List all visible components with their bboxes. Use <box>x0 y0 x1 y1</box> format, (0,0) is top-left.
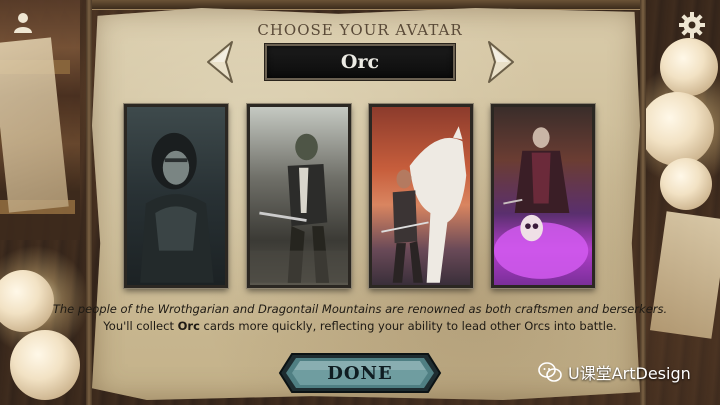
horse-rider-portrait <box>381 126 467 283</box>
necromancer-portrait <box>494 127 589 279</box>
avatar-card-2[interactable] <box>247 104 351 288</box>
frame-right <box>640 0 646 405</box>
done-button-label: DONE <box>327 362 393 384</box>
description-line-1: The people of the Wrothgarian and Dragon… <box>52 302 668 316</box>
avatar-card-3[interactable] <box>369 104 473 288</box>
race-description: The people of the Wrothgarian and Dragon… <box>50 301 670 335</box>
chevron-left-icon <box>207 41 233 83</box>
race-name-highlight: Orc <box>177 319 200 333</box>
candle-decoration <box>640 92 714 166</box>
description-line-2: You'll collect Orc cards more quickly, r… <box>103 319 617 333</box>
candle-decoration <box>10 330 80 400</box>
screen-title: CHOOSE YOUR AVATAR <box>257 21 463 39</box>
previous-race-button[interactable] <box>200 40 234 84</box>
watermark: U课堂ArtDesign <box>538 358 691 386</box>
avatar-card-4[interactable] <box>491 104 595 288</box>
orc-warrior-portrait <box>250 133 348 283</box>
candle-decoration <box>660 38 718 96</box>
avatar-card-1[interactable] <box>124 104 228 288</box>
race-name-display: Orc <box>265 44 455 80</box>
watermark-text: U课堂ArtDesign <box>568 364 691 383</box>
frame-left <box>86 0 92 405</box>
candle-decoration <box>660 158 712 210</box>
frame-top <box>86 0 646 10</box>
chat-bubble-icon <box>538 362 562 382</box>
chevron-right-icon <box>488 41 514 83</box>
hooded-warrior-portrait <box>140 132 214 283</box>
done-button[interactable]: DONE <box>278 352 442 394</box>
next-race-button[interactable] <box>487 40 521 84</box>
